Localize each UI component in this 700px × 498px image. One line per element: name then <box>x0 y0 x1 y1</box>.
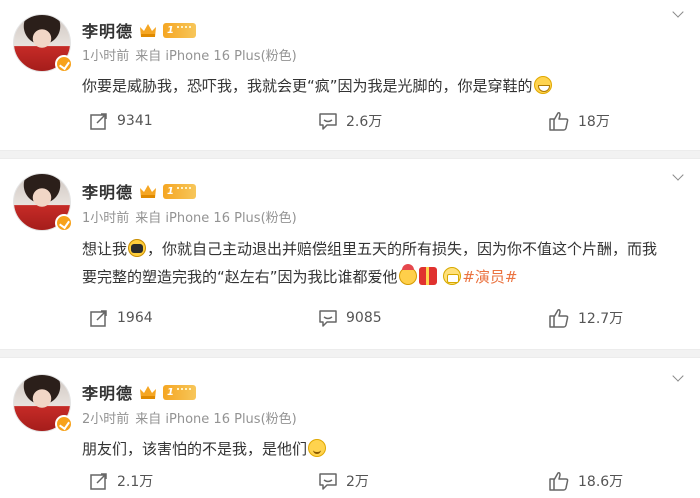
repost-button[interactable]: 9341 <box>89 111 153 131</box>
thumbs-up-icon <box>549 112 569 131</box>
post-divider <box>0 150 700 159</box>
grin-emoji-icon <box>533 76 552 94</box>
author-name[interactable]: 李明德 <box>82 380 133 404</box>
post-text: 想让我 ，你就自己主动退出并赔偿组里五天的所有损失，因为你不值这个片酬，而我要完整… <box>82 235 660 291</box>
post-text-segment: ，你就自己主动退出并赔偿组里五天的所有损失，因为你不值这个片酬，而我要完整的塑造… <box>82 240 658 286</box>
post-text: 你要是威胁我，恐吓我，我就会更“疯”因为我是光脚的，你是穿鞋的 <box>82 72 660 100</box>
post-source: 来自 iPhone 16 Plus(粉色) <box>135 49 297 64</box>
post-source: 来自 iPhone 16 Plus(粉色) <box>135 412 297 427</box>
black-face-emoji-icon <box>128 239 147 257</box>
crown-icon <box>139 385 157 400</box>
avatar[interactable] <box>13 374 73 433</box>
chevron-down-icon[interactable] <box>672 171 686 181</box>
level-badge: 1 <box>163 384 196 400</box>
level-badge: 1 <box>163 183 196 199</box>
comment-button[interactable]: 2.6万 <box>318 111 382 131</box>
repost-button[interactable]: 2.1万 <box>89 471 153 491</box>
share-icon <box>90 473 107 490</box>
like-button[interactable]: 18.6万 <box>548 471 623 491</box>
comment-button[interactable]: 2万 <box>318 471 369 491</box>
chevron-down-icon[interactable] <box>672 372 686 382</box>
post-meta: 1小时前 来自 iPhone 16 Plus(粉色) <box>82 45 297 64</box>
like-count: 12.7万 <box>578 311 624 327</box>
repost-count: 9341 <box>117 113 153 129</box>
share-icon <box>90 310 107 327</box>
repost-count: 2.1万 <box>117 474 154 490</box>
smile-emoji-icon <box>308 439 327 457</box>
post-divider <box>0 349 700 358</box>
level-text: 1 <box>167 185 174 197</box>
topic-link[interactable]: #演员# <box>462 268 517 286</box>
action-bar: 1964 9085 12.7万 <box>0 308 700 332</box>
thumbs-up-icon <box>549 472 569 491</box>
like-button[interactable]: 18万 <box>548 111 610 131</box>
verified-badge-icon <box>55 214 73 232</box>
post-source: 来自 iPhone 16 Plus(粉色) <box>135 211 297 226</box>
chevron-down-icon[interactable] <box>672 8 686 18</box>
comment-icon <box>319 113 337 130</box>
action-bar: 9341 2.6万 18万 <box>0 111 700 135</box>
verified-badge-icon <box>55 415 73 433</box>
avatar[interactable] <box>13 173 73 232</box>
crown-icon <box>139 184 157 199</box>
post-card: 李明德 1 1小时前 来自 iPhone 16 Plus(粉色) 你要是威胁我，恐… <box>0 0 700 150</box>
verified-badge-icon <box>55 55 73 73</box>
level-text: 1 <box>167 24 174 36</box>
author-name[interactable]: 李明德 <box>82 18 133 42</box>
repost-button[interactable]: 1964 <box>89 308 153 328</box>
gift-emoji-icon <box>418 267 437 285</box>
level-badge: 1 <box>163 22 196 38</box>
repost-count: 1964 <box>117 310 153 326</box>
comment-icon <box>319 473 337 490</box>
share-icon <box>90 113 107 130</box>
post-card: 李明德 1 2小时前 来自 iPhone 16 Plus(粉色) 朋友们，该害怕的… <box>0 358 700 498</box>
post-time[interactable]: 1小时前 <box>82 49 129 64</box>
avatar[interactable] <box>13 14 73 73</box>
post-text-segment: 想让我 <box>82 240 128 258</box>
post-time[interactable]: 1小时前 <box>82 211 129 226</box>
comment-count: 9085 <box>346 310 382 326</box>
comment-button[interactable]: 9085 <box>318 308 382 328</box>
comment-count: 2万 <box>346 474 369 490</box>
crown-icon <box>139 23 157 38</box>
post-text-segment: 你要是威胁我，恐吓我，我就会更“疯”因为我是光脚的，你是穿鞋的 <box>82 77 533 95</box>
post-meta: 1小时前 来自 iPhone 16 Plus(粉色) <box>82 207 297 226</box>
like-count: 18万 <box>578 114 610 130</box>
thumbs-up-icon <box>549 309 569 328</box>
comment-count: 2.6万 <box>346 114 383 130</box>
post-text: 朋友们，该害怕的不是我，是他们 <box>82 435 660 463</box>
post-time[interactable]: 2小时前 <box>82 412 129 427</box>
level-text: 1 <box>167 386 174 398</box>
party-emoji-icon <box>398 264 417 285</box>
author-name[interactable]: 李明德 <box>82 179 133 203</box>
like-count: 18.6万 <box>578 474 624 490</box>
like-button[interactable]: 12.7万 <box>548 308 623 328</box>
action-bar: 2.1万 2万 18.6万 <box>0 471 700 495</box>
post-text-segment: 朋友们，该害怕的不是我，是他们 <box>82 440 308 458</box>
post-meta: 2小时前 来自 iPhone 16 Plus(粉色) <box>82 408 297 427</box>
post-card: 李明德 1 1小时前 来自 iPhone 16 Plus(粉色) 想让我 ，你就自己… <box>0 159 700 349</box>
teeth-emoji-icon <box>443 267 462 285</box>
comment-icon <box>319 310 337 327</box>
